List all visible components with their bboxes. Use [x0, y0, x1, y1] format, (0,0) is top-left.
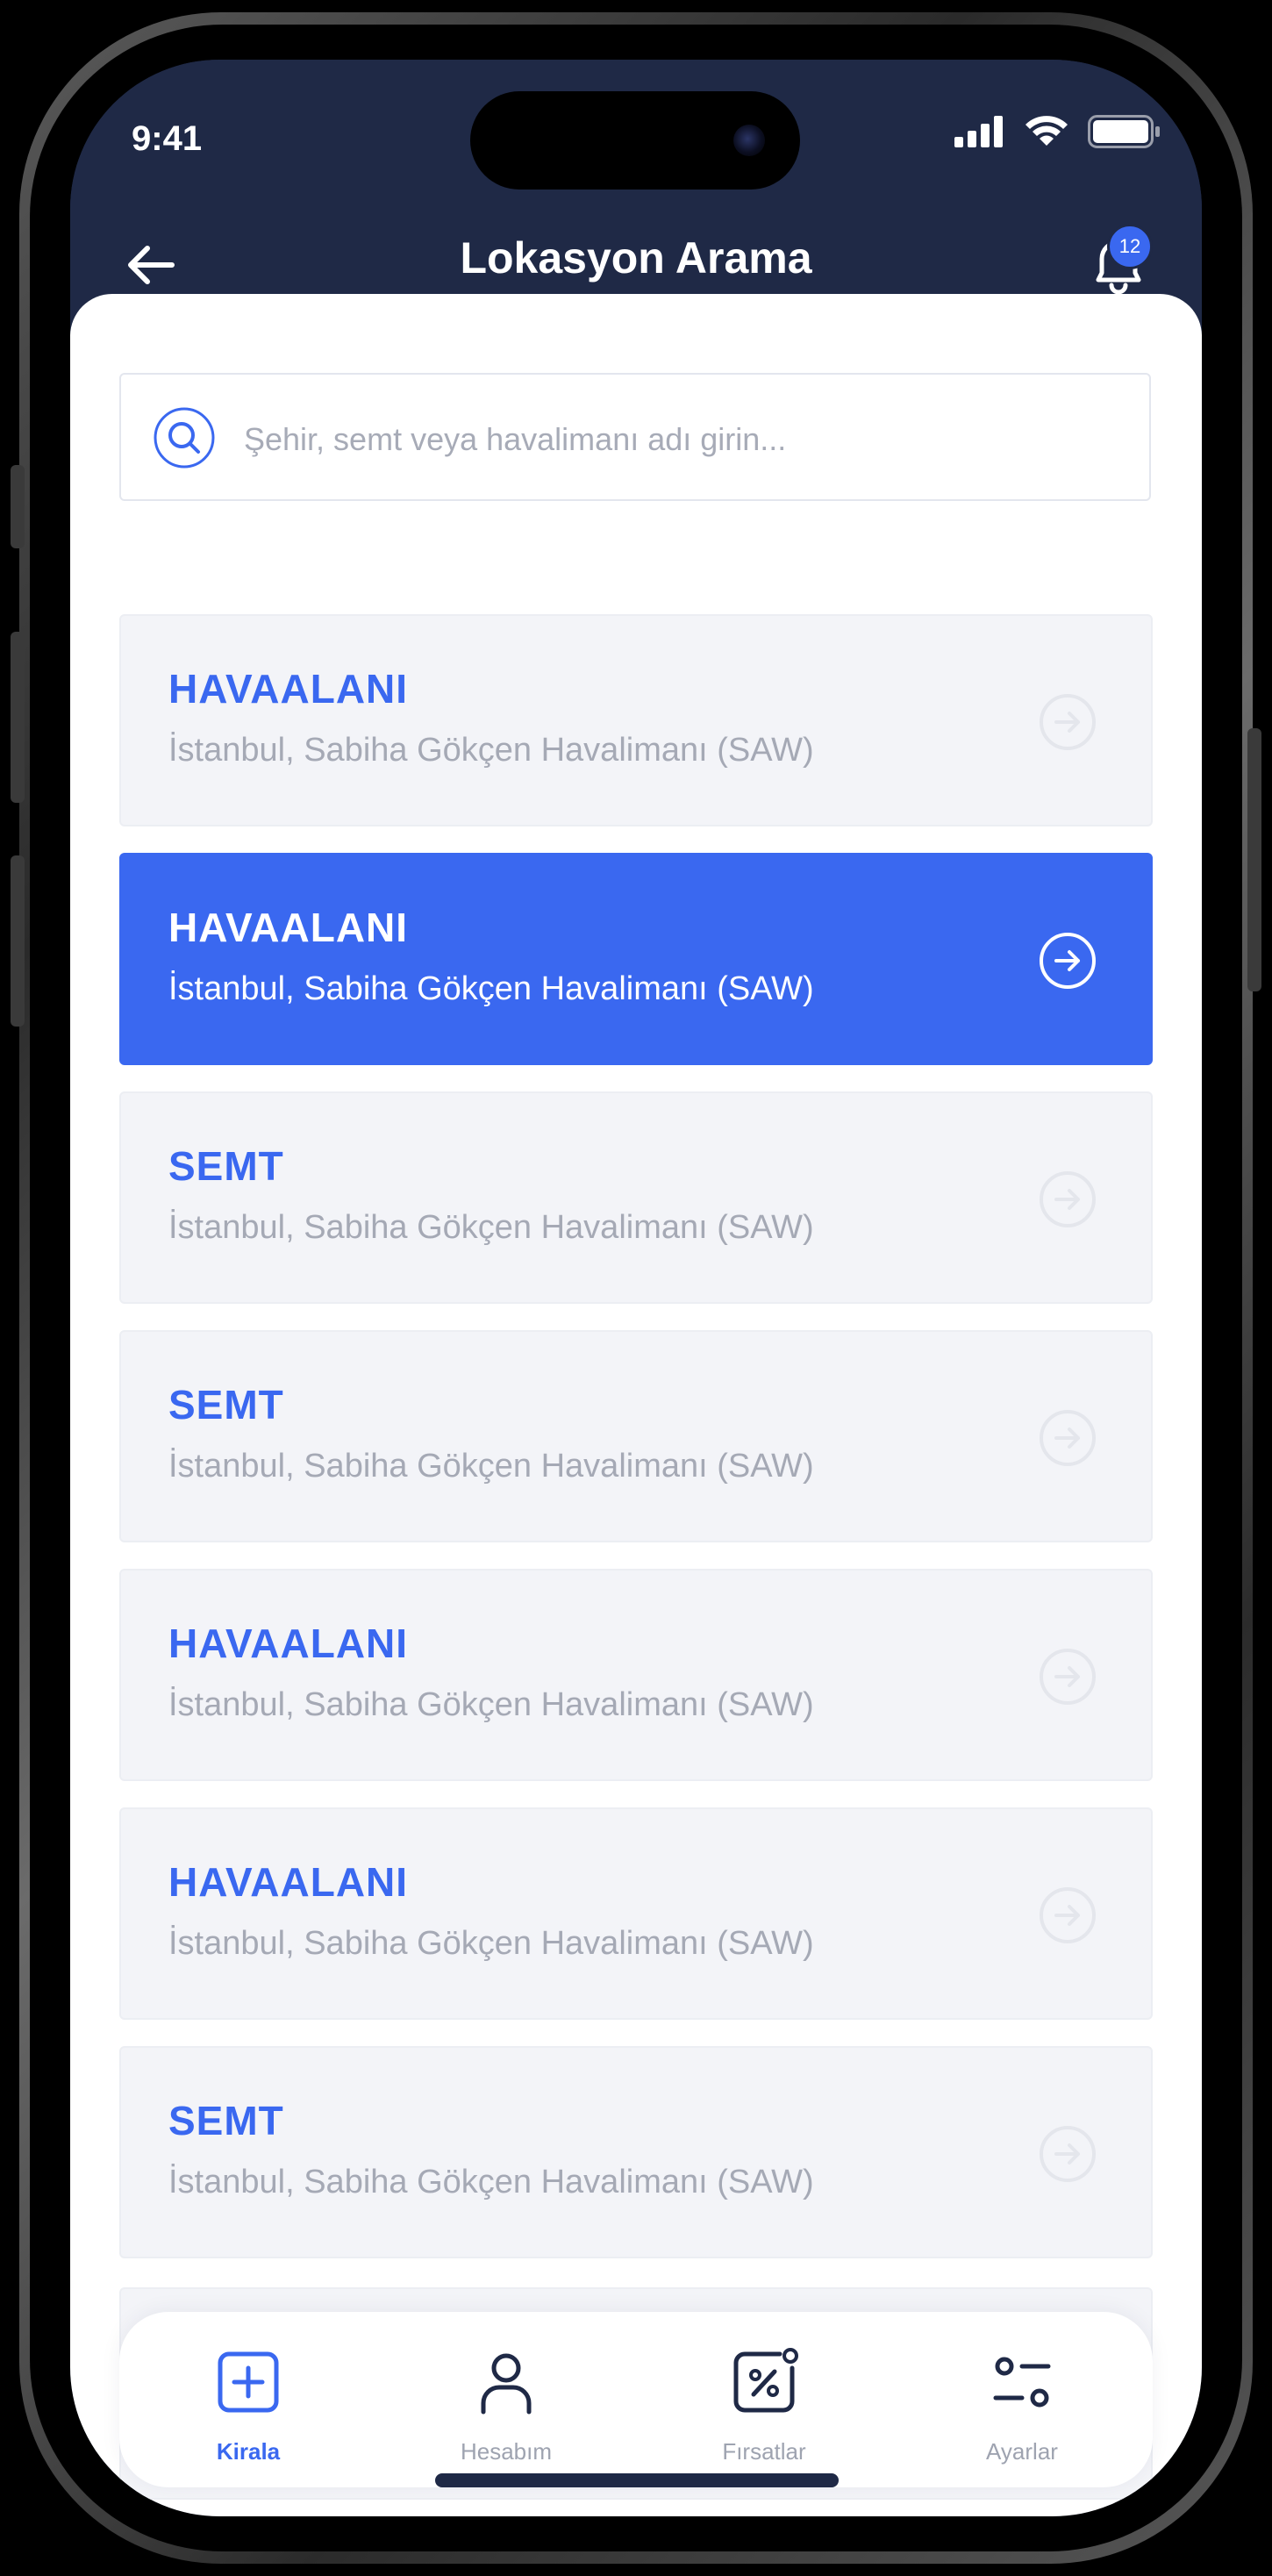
location-name: İstanbul, Sabiha Gökçen Havalimanı (SAW) [168, 1925, 814, 1962]
tab-hesabim[interactable]: Hesabım [377, 2312, 635, 2487]
tab-label: Hesabım [460, 2438, 553, 2465]
notification-badge: 12 [1107, 224, 1153, 269]
cellular-signal-icon [954, 116, 1003, 147]
arrow-right-circle-icon [1040, 1171, 1096, 1227]
battery-icon [1088, 115, 1160, 148]
location-type: HAVAALANI [168, 1621, 409, 1666]
location-item[interactable]: HAVAALANI İstanbul, Sabiha Gökçen Havali… [119, 1569, 1153, 1781]
home-indicator[interactable] [435, 2473, 839, 2487]
page-title: Lokasyon Arama [460, 233, 812, 283]
arrow-right-circle-icon [1040, 694, 1096, 750]
location-item-selected[interactable]: HAVAALANI İstanbul, Sabiha Gökçen Havali… [119, 853, 1153, 1065]
app-screen: 9:41 Lokasyon Arama 12 Şehir, semt veya … [70, 60, 1202, 2516]
arrow-right-circle-icon [1040, 2126, 1096, 2182]
location-type: HAVAALANI [168, 666, 409, 712]
search-box[interactable] [119, 373, 1151, 501]
arrow-right-circle-icon [1040, 1649, 1096, 1705]
arrow-right-circle-icon [1040, 1887, 1096, 1943]
location-item[interactable]: HAVAALANI İstanbul, Sabiha Gökçen Havali… [119, 1807, 1153, 2020]
wifi-icon [1025, 116, 1068, 146]
tab-kirala[interactable]: Kirala [119, 2312, 377, 2487]
dynamic-island [470, 91, 800, 190]
location-item[interactable]: SEMT İstanbul, Sabiha Gökçen Havalimanı … [119, 2046, 1153, 2258]
location-item[interactable]: HAVAALANI İstanbul, Sabiha Gökçen Havali… [119, 614, 1153, 826]
location-name: İstanbul, Sabiha Gökçen Havalimanı (SAW) [168, 970, 814, 1007]
camera-icon [733, 125, 765, 156]
location-type: SEMT [168, 2098, 284, 2143]
settings-sliders-icon [993, 2357, 1051, 2408]
location-name: İstanbul, Sabiha Gökçen Havalimanı (SAW) [168, 1209, 814, 1246]
search-input[interactable] [242, 408, 1105, 471]
notification-button[interactable]: 12 [1079, 224, 1158, 303]
tab-label: Kirala [216, 2438, 281, 2465]
location-name: İstanbul, Sabiha Gökçen Havalimanı (SAW) [168, 2164, 814, 2200]
location-type: SEMT [168, 1143, 284, 1189]
percent-icon [733, 2348, 798, 2413]
volume-up-button [11, 632, 25, 803]
tab-label: Ayarlar [986, 2438, 1058, 2465]
status-time: 9:41 [132, 119, 203, 158]
tab-bar: Kirala Hesabım Fırsatlar Ayarlar [119, 2312, 1153, 2487]
content-sheet: HAVAALANI İstanbul, Sabiha Gökçen Havali… [70, 294, 1202, 2516]
action-button [11, 465, 25, 548]
power-button [1247, 728, 1261, 991]
arrow-right-circle-icon [1040, 1410, 1096, 1466]
location-name: İstanbul, Sabiha Gökçen Havalimanı (SAW) [168, 1686, 814, 1723]
arrow-right-circle-icon [1040, 933, 1096, 989]
tab-ayarlar[interactable]: Ayarlar [893, 2312, 1151, 2487]
tab-label: Fırsatlar [722, 2438, 806, 2465]
location-list: HAVAALANI İstanbul, Sabiha Gökçen Havali… [119, 614, 1153, 2285]
location-item[interactable]: SEMT İstanbul, Sabiha Gökçen Havalimanı … [119, 1330, 1153, 1542]
tab-firsatlar[interactable]: Fırsatlar [635, 2312, 893, 2487]
volume-down-button [11, 855, 25, 1027]
plus-square-icon [218, 2351, 279, 2413]
user-icon [481, 2353, 532, 2415]
location-name: İstanbul, Sabiha Gökçen Havalimanı (SAW) [168, 732, 814, 769]
location-item[interactable]: SEMT İstanbul, Sabiha Gökçen Havalimanı … [119, 1091, 1153, 1304]
status-icons [954, 114, 1161, 149]
location-type: HAVAALANI [168, 1859, 409, 1905]
location-name: İstanbul, Sabiha Gökçen Havalimanı (SAW) [168, 1448, 814, 1485]
location-type: HAVAALANI [168, 905, 409, 950]
search-icon [154, 407, 215, 469]
location-type: SEMT [168, 1382, 284, 1428]
